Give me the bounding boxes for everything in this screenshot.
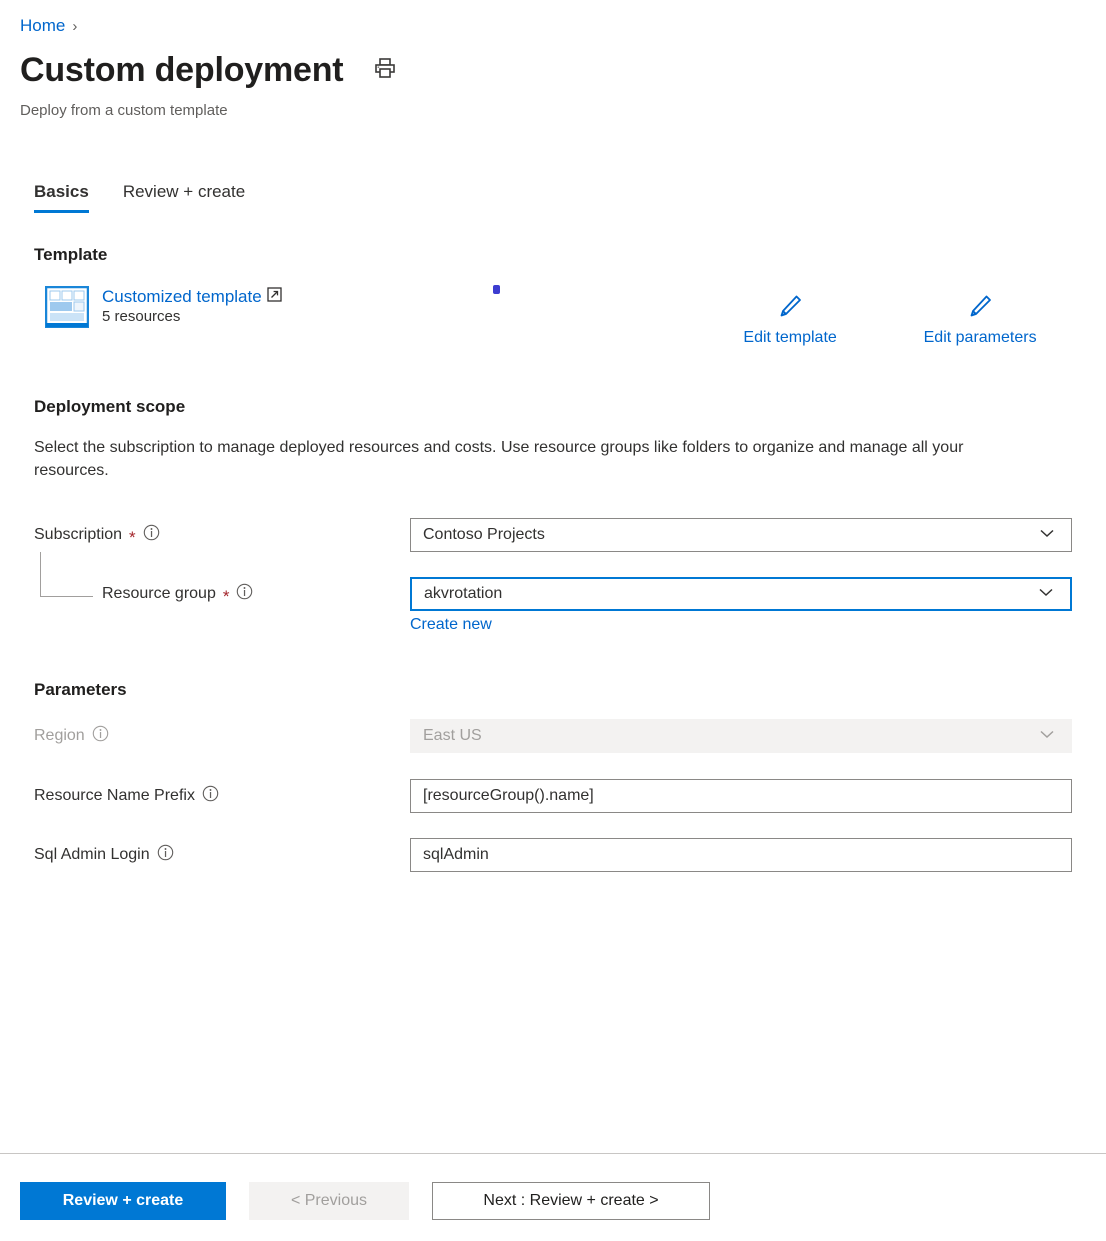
cursor-dot-artifact [493, 285, 500, 294]
sql-admin-login-label: Sql Admin Login [34, 846, 150, 864]
info-icon[interactable] [202, 785, 219, 807]
resource-name-prefix-label: Resource Name Prefix [34, 787, 195, 805]
deployment-scope-heading: Deployment scope [34, 397, 185, 417]
chevron-down-icon [1037, 523, 1057, 548]
deployment-scope-description: Select the subscription to manage deploy… [34, 437, 1024, 482]
info-icon[interactable] [236, 583, 253, 605]
resource-group-value: akvrotation [424, 585, 1036, 603]
next-review-create-button[interactable]: Next : Review + create > [432, 1182, 710, 1220]
resource-group-dropdown[interactable]: akvrotation [410, 577, 1072, 611]
pencil-icon [965, 291, 995, 326]
customized-template-link[interactable]: Customized template [102, 287, 262, 307]
info-icon[interactable] [92, 725, 109, 747]
info-icon[interactable] [157, 844, 174, 866]
resource-group-required-marker: * [223, 588, 230, 605]
region-label-group: Region [34, 725, 109, 747]
tab-review-create[interactable]: Review + create [123, 182, 245, 213]
breadcrumb: Home › [20, 16, 77, 36]
template-section-heading: Template [34, 245, 107, 265]
subscription-dropdown[interactable]: Contoso Projects [410, 518, 1072, 552]
chevron-down-icon [1037, 724, 1057, 749]
sql-admin-login-label-group: Sql Admin Login [34, 844, 174, 866]
resource-name-prefix-input[interactable]: [resourceGroup().name] [410, 779, 1072, 813]
breadcrumb-home-link[interactable]: Home [20, 16, 65, 36]
resource-name-prefix-value: [resourceGroup().name] [423, 787, 1059, 805]
printer-icon[interactable] [373, 56, 397, 85]
page-title-row: Custom deployment [20, 52, 397, 89]
sql-admin-login-input[interactable]: sqlAdmin [410, 838, 1072, 872]
template-grid-icon [45, 286, 89, 328]
edit-template-label: Edit template [743, 329, 836, 347]
subscription-value: Contoso Projects [423, 526, 1037, 544]
external-link-icon[interactable] [267, 287, 282, 307]
info-icon[interactable] [143, 524, 160, 546]
page-subtitle: Deploy from a custom template [20, 102, 228, 119]
template-summary: Customized template 5 resources [45, 286, 282, 328]
parameters-section-heading: Parameters [34, 680, 127, 700]
review-create-button[interactable]: Review + create [20, 1182, 226, 1220]
edit-parameters-label: Edit parameters [924, 329, 1037, 347]
template-edit-actions: Edit template Edit parameters [700, 291, 1080, 347]
chevron-down-icon [1036, 582, 1056, 607]
pencil-icon [775, 291, 805, 326]
resource-group-tree-connector [40, 552, 93, 597]
sql-admin-login-value: sqlAdmin [423, 846, 1059, 864]
subscription-label-group: Subscription * [34, 524, 160, 546]
page-title: Custom deployment [20, 52, 343, 89]
resource-group-label-group: Resource group * [102, 583, 253, 605]
region-dropdown: East US [410, 719, 1072, 753]
resource-group-label: Resource group [102, 585, 216, 603]
tab-list: Basics Review + create [34, 182, 245, 213]
template-resource-count: 5 resources [102, 308, 282, 325]
region-label: Region [34, 727, 85, 745]
breadcrumb-separator: › [72, 18, 77, 35]
footer-actions: Review + create < Previous Next : Review… [20, 1182, 710, 1220]
edit-parameters-button[interactable]: Edit parameters [924, 291, 1037, 347]
region-value: East US [423, 727, 1037, 745]
custom-deployment-page: Home › Custom deployment Deploy from a c… [0, 0, 1106, 1241]
subscription-required-marker: * [129, 529, 136, 546]
tab-basics[interactable]: Basics [34, 182, 89, 213]
edit-template-button[interactable]: Edit template [743, 291, 836, 347]
resource-name-prefix-label-group: Resource Name Prefix [34, 785, 219, 807]
previous-button: < Previous [249, 1182, 409, 1220]
create-new-resource-group-link[interactable]: Create new [410, 616, 492, 634]
footer-divider [0, 1153, 1106, 1154]
subscription-label: Subscription [34, 526, 122, 544]
